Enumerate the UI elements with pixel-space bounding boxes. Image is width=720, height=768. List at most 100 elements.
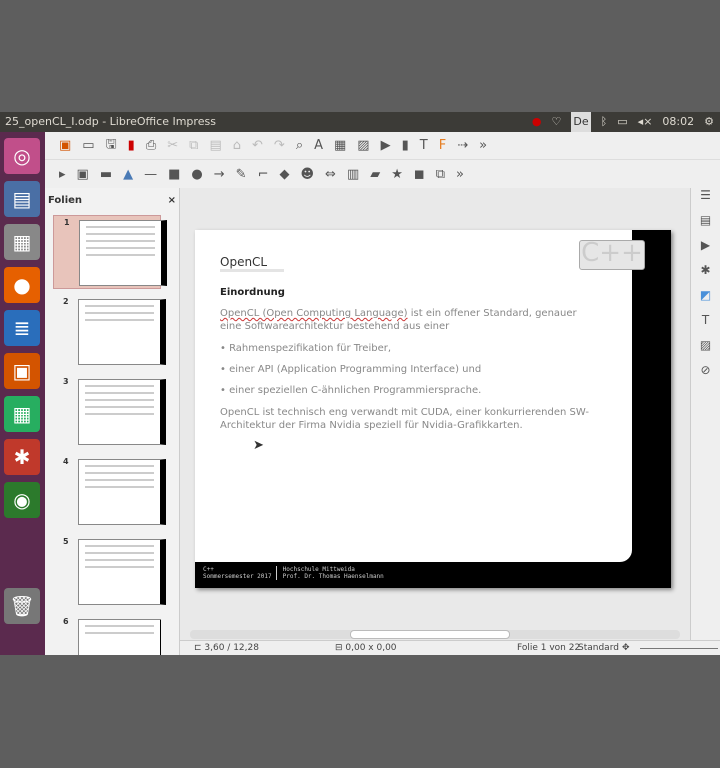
impress-icon[interactable]: ▣ bbox=[4, 353, 40, 389]
camera-icon[interactable]: ◉ bbox=[4, 482, 40, 518]
wifi-icon[interactable]: ♡ bbox=[552, 112, 562, 132]
slide-preview bbox=[78, 299, 166, 365]
basic-shapes-icon[interactable]: ◆ bbox=[279, 167, 289, 182]
symbol-shapes-icon[interactable]: ☻ bbox=[300, 167, 314, 182]
ellipse-icon[interactable]: ● bbox=[191, 167, 202, 182]
spelling-icon[interactable]: A bbox=[314, 138, 323, 153]
slide-thumbnail[interactable]: 1 bbox=[53, 215, 167, 289]
files-icon[interactable]: ▦ bbox=[4, 224, 40, 260]
rectangle-icon[interactable]: ■ bbox=[168, 167, 180, 182]
export-pdf-icon[interactable]: ▮ bbox=[128, 138, 135, 153]
bullet-item[interactable]: • einer speziellen C-ähnlichen Programmi… bbox=[220, 384, 481, 397]
cpp-logo: C++ bbox=[579, 240, 645, 270]
cut-icon[interactable]: ✂ bbox=[167, 138, 178, 153]
scroll-thumb[interactable] bbox=[350, 630, 510, 639]
slide-thumbnail[interactable]: 4 bbox=[53, 455, 166, 529]
paragraph-2[interactable]: OpenCL ist technisch eng verwandt mit CU… bbox=[220, 406, 590, 432]
keyboard-layout[interactable]: De bbox=[571, 112, 591, 132]
terminal-icon[interactable]: ▤ bbox=[4, 181, 40, 217]
save-icon[interactable]: 🖫 bbox=[106, 135, 117, 157]
footer-course: C++ bbox=[203, 566, 214, 573]
open-icon[interactable]: ▭ bbox=[82, 138, 94, 153]
slide-thumbnail[interactable]: 6 bbox=[53, 615, 161, 655]
line-color-icon[interactable]: ▬ bbox=[100, 167, 112, 182]
copy-icon[interactable]: ⧉ bbox=[189, 138, 198, 153]
curve-icon[interactable]: ✎ bbox=[236, 167, 247, 182]
bullet-item[interactable]: • einer API (Application Programming Int… bbox=[220, 363, 481, 376]
text-run: OpenCL (Open Computing Language) bbox=[220, 308, 408, 319]
calc-icon[interactable]: ▦ bbox=[4, 396, 40, 432]
text-icon[interactable]: T bbox=[691, 313, 720, 338]
connector-icon[interactable]: ⌐ bbox=[258, 167, 269, 182]
presentation-icon[interactable]: ▣ bbox=[59, 138, 71, 153]
paste-icon[interactable]: ▤ bbox=[209, 138, 221, 153]
settings-icon[interactable]: ⚙ bbox=[704, 112, 714, 132]
ubuntu-icon[interactable]: ◎ bbox=[4, 138, 40, 174]
slide-number: 1 bbox=[64, 218, 70, 227]
slide-heading[interactable]: Einordnung bbox=[220, 286, 285, 299]
slide-thumbnail[interactable]: 3 bbox=[53, 375, 166, 449]
system-settings-icon[interactable]: ✱ bbox=[4, 439, 40, 475]
bullet-item[interactable]: • Rahmenspezifikation für Treiber, bbox=[220, 342, 391, 355]
footer-semester: Sommersemester 2017 bbox=[203, 573, 272, 580]
3d-objects-icon[interactable]: ◼ bbox=[414, 167, 425, 182]
callout-icon[interactable]: ▰ bbox=[370, 167, 380, 182]
arrow-line-icon[interactable]: → bbox=[214, 167, 225, 182]
transition-icon[interactable]: ✱ bbox=[691, 263, 720, 288]
window-title: 25_openCL_I.odp - LibreOffice Impress bbox=[5, 115, 216, 128]
animation-icon[interactable]: ▶ bbox=[691, 238, 720, 263]
slide-canvas[interactable]: OpenCL C++ Einordnung OpenCL (Open Compu… bbox=[195, 230, 671, 588]
select-icon[interactable]: ▸ bbox=[59, 167, 66, 182]
horizontal-scrollbar[interactable] bbox=[190, 630, 680, 639]
slide-number: 5 bbox=[63, 537, 69, 546]
fit-slide-icon[interactable]: ✥ bbox=[622, 641, 630, 655]
arrange-icon[interactable]: ⧉ bbox=[436, 167, 445, 182]
master-slides-icon[interactable]: ▤ bbox=[691, 213, 720, 238]
media-icon[interactable]: ▶ bbox=[381, 138, 391, 153]
fontwork-icon[interactable]: F bbox=[439, 138, 446, 153]
slide-thumbnail[interactable]: 5 bbox=[53, 535, 166, 609]
close-panel-button[interactable]: × bbox=[168, 195, 176, 206]
zoom-pan-icon[interactable]: ▣ bbox=[77, 167, 89, 182]
zoom-slider[interactable] bbox=[640, 648, 718, 649]
slide-thumbnail[interactable]: 2 bbox=[53, 295, 166, 369]
slide-preview bbox=[78, 539, 166, 605]
more-icon[interactable]: » bbox=[479, 138, 487, 153]
print-icon[interactable]: ⎙ bbox=[146, 138, 156, 153]
flowchart-icon[interactable]: ▥ bbox=[347, 167, 359, 182]
line-icon[interactable]: — bbox=[144, 167, 157, 182]
styles-icon[interactable]: ◩ bbox=[691, 288, 720, 313]
slide-editor[interactable]: OpenCL C++ Einordnung OpenCL (Open Compu… bbox=[180, 188, 690, 640]
redo-icon[interactable]: ↷ bbox=[274, 138, 285, 153]
slide-number: 6 bbox=[63, 617, 69, 626]
block-arrows-icon[interactable]: ⇔ bbox=[325, 167, 336, 182]
volume-icon[interactable]: ◂× bbox=[638, 112, 653, 132]
table-icon[interactable]: ▦ bbox=[334, 138, 346, 153]
clone-icon[interactable]: ⌂ bbox=[233, 138, 241, 153]
position-readout: ⊏ 3,60 / 12,28 bbox=[194, 643, 259, 653]
clock[interactable]: 08:02 bbox=[662, 112, 694, 132]
navigator-icon[interactable]: ⊘ bbox=[691, 363, 720, 388]
image-icon[interactable]: ▨ bbox=[357, 138, 369, 153]
size-value: 0,00 x 0,00 bbox=[345, 643, 397, 653]
undo-icon[interactable]: ↶ bbox=[252, 138, 263, 153]
layout-name[interactable]: Standard bbox=[578, 641, 619, 655]
textbox-icon[interactable]: T bbox=[420, 138, 428, 153]
chart-icon[interactable]: ▮ bbox=[402, 138, 409, 153]
slide-panel: Folien × 1 2 3 4 5 6 bbox=[45, 188, 180, 655]
properties-icon[interactable]: ☰ bbox=[691, 188, 720, 213]
writer-icon[interactable]: ≣ bbox=[4, 310, 40, 346]
fill-color-icon[interactable]: ▲ bbox=[123, 167, 133, 182]
trash-icon[interactable]: 🗑 bbox=[4, 588, 40, 624]
more-icon[interactable]: » bbox=[456, 167, 464, 182]
gallery-icon[interactable]: ▨ bbox=[691, 338, 720, 363]
battery-icon[interactable]: ▭ bbox=[617, 112, 627, 132]
bluetooth-icon[interactable]: ᛒ bbox=[601, 112, 608, 132]
record-icon[interactable]: ● bbox=[532, 112, 542, 132]
transition-icon[interactable]: ⇢ bbox=[457, 138, 468, 153]
find-icon[interactable]: ⌕ bbox=[296, 138, 303, 153]
firefox-icon[interactable]: ● bbox=[4, 267, 40, 303]
stars-icon[interactable]: ★ bbox=[391, 167, 403, 182]
slide-title[interactable]: OpenCL bbox=[220, 256, 284, 272]
paragraph-1[interactable]: OpenCL (Open Computing Language) ist ein… bbox=[220, 307, 600, 333]
